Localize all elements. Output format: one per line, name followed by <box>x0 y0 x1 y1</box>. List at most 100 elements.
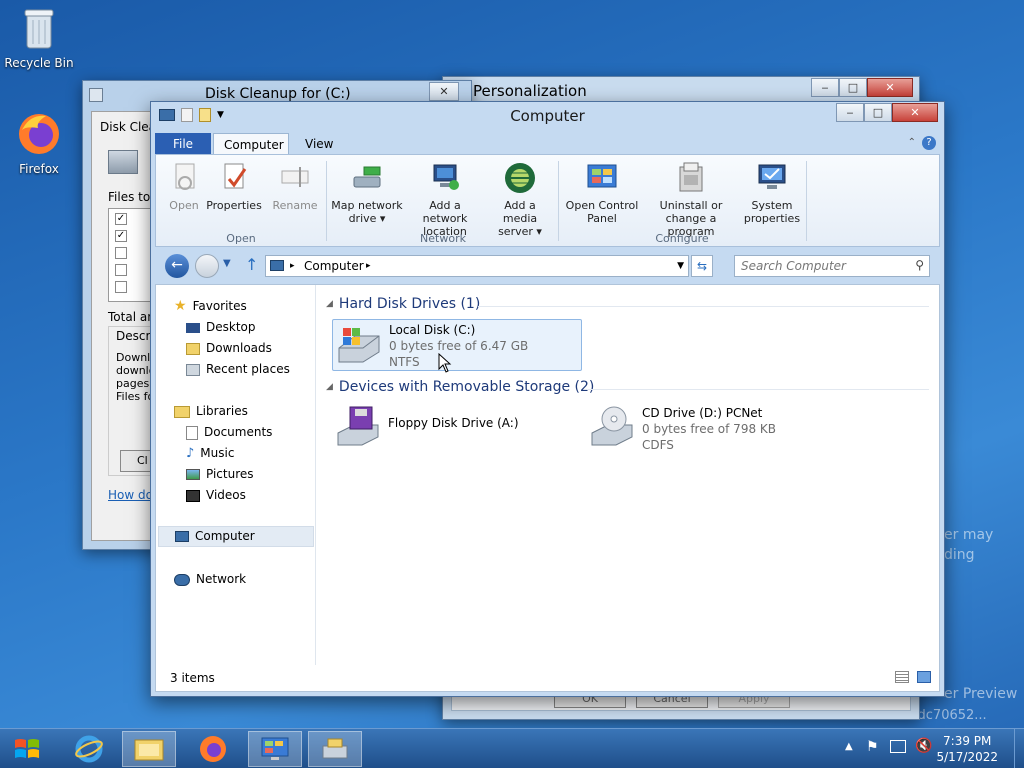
minimize-button[interactable]: ‒ <box>836 103 864 122</box>
nav-desktop[interactable]: Desktop <box>186 317 256 338</box>
breadcrumb-computer[interactable]: Computer <box>304 256 364 276</box>
map-network-drive-button[interactable]: Map network drive ▾ <box>330 161 404 225</box>
desktop-icon <box>186 322 200 333</box>
drive-free-space: 0 bytes free of 6.47 GB <box>389 339 529 353</box>
volume-muted-icon[interactable]: 🔇 <box>915 738 932 754</box>
checkbox[interactable]: ✓ <box>115 213 127 225</box>
file-explorer-icon[interactable] <box>122 731 176 767</box>
nav-pictures[interactable]: Pictures <box>186 464 254 485</box>
file-list: ◢ Hard Disk Drives (1) Local Disk (C:) 0… <box>318 285 939 665</box>
drive-local-disk-c[interactable]: Local Disk (C:) 0 bytes free of 6.47 GB … <box>332 319 582 371</box>
open-control-panel-button[interactable]: Open Control Panel <box>562 161 642 225</box>
uninstall-icon <box>674 161 708 195</box>
tab-computer[interactable]: Computer <box>213 133 289 155</box>
pictures-icon <box>186 469 200 480</box>
system-properties-button[interactable]: System properties <box>740 161 804 225</box>
address-dropdown-icon[interactable]: ▼ <box>677 256 684 276</box>
open-icon <box>167 161 201 195</box>
nav-recent-places[interactable]: Recent places <box>186 359 290 380</box>
navigation-bar: ← ▼ ↑ ▸ Computer ▸ ▼ ⇆ Search Computer ⚲ <box>155 252 940 280</box>
window-title: Computer <box>510 107 585 125</box>
chevron-up-icon[interactable]: ⌃ <box>908 137 916 148</box>
show-desktop-button[interactable] <box>1014 729 1024 768</box>
group-separator <box>806 161 807 241</box>
rename-button[interactable]: Rename <box>272 161 318 212</box>
back-button[interactable]: ← <box>165 254 189 278</box>
add-media-server-button[interactable]: Add a media server ▾ <box>486 161 554 238</box>
nav-music[interactable]: ♪ Music <box>186 443 234 464</box>
control-panel-icon[interactable] <box>248 731 302 767</box>
desktop-icon-label: Firefox <box>19 162 59 176</box>
nav-libraries[interactable]: Libraries <box>174 401 248 422</box>
group-divider <box>588 389 929 390</box>
add-network-location-button[interactable]: Add a network location <box>406 161 484 238</box>
up-button[interactable]: ↑ <box>245 255 258 274</box>
large-icons-view-icon[interactable] <box>917 671 931 683</box>
close-button[interactable]: ✕ <box>892 103 938 122</box>
open-control-panel-label: Panel <box>587 212 617 225</box>
firefox-icon[interactable] <box>186 731 240 767</box>
computer-icon <box>175 531 189 542</box>
nav-downloads[interactable]: Downloads <box>186 338 272 359</box>
nav-computer-label: Computer <box>195 529 255 543</box>
breadcrumb-separator: ▸ <box>290 261 295 271</box>
close-button[interactable]: ✕ <box>867 78 913 97</box>
map-network-drive-icon <box>350 161 384 195</box>
details-view-icon[interactable] <box>895 671 909 683</box>
downloads-icon <box>186 342 200 355</box>
ribbon: Open Properties Rename Open Map network … <box>155 154 940 247</box>
recent-pages-chevron-icon[interactable]: ▼ <box>223 258 231 269</box>
checkbox[interactable] <box>115 264 127 276</box>
maximize-button[interactable]: □ <box>864 103 892 122</box>
disk-cleanup-icon[interactable] <box>308 731 362 767</box>
drive-cd-d[interactable]: CD Drive (D:) PCNet 0 bytes free of 798 … <box>586 403 836 452</box>
refresh-button[interactable]: ⇆ <box>691 255 713 277</box>
explorer-window[interactable]: ▼ Computer ‒ □ ✕ File Computer View ⌃ ? … <box>150 101 945 697</box>
search-input[interactable]: Search Computer <box>734 255 930 277</box>
floppy-drive-icon <box>334 405 382 449</box>
group-header-removable-storage[interactable]: ◢ Devices with Removable Storage (2) <box>326 379 594 395</box>
help-icon[interactable]: ? <box>922 136 936 150</box>
desktop-icon-recycle-bin[interactable]: Recycle Bin <box>1 6 77 70</box>
address-bar[interactable]: ▸ Computer ▸ ▼ <box>265 255 689 277</box>
nav-favorites-label: Favorites <box>192 299 247 313</box>
start-button[interactable] <box>0 731 54 767</box>
group-header-label: Hard Disk Drives (1) <box>338 296 481 312</box>
nav-videos[interactable]: Videos <box>186 485 246 506</box>
nav-documents-label: Documents <box>204 425 273 439</box>
tab-file[interactable]: File <box>155 133 211 155</box>
nav-computer[interactable]: Computer <box>158 526 314 547</box>
close-button[interactable]: ✕ <box>429 82 459 101</box>
properties-button[interactable]: Properties <box>206 161 262 212</box>
item-count: 3 items <box>170 671 215 685</box>
forward-button[interactable] <box>195 254 219 278</box>
open-button[interactable]: Open <box>164 161 204 212</box>
drive-filesystem: NTFS <box>389 355 420 369</box>
nav-network[interactable]: Network <box>174 569 246 590</box>
checkbox[interactable]: ✓ <box>115 230 127 242</box>
group-header-hard-disk-drives[interactable]: ◢ Hard Disk Drives (1) <box>326 296 480 312</box>
system-properties-label: properties <box>743 212 801 225</box>
clock[interactable]: 7:39 PM 5/17/2022 <box>936 733 998 765</box>
checkbox[interactable] <box>115 281 127 293</box>
collapse-arrow-icon: ◢ <box>326 382 333 392</box>
minimize-button[interactable]: ‒ <box>811 78 839 97</box>
internet-explorer-icon[interactable] <box>62 731 116 767</box>
action-center-flag-icon[interactable]: ⚑ <box>866 739 879 755</box>
maximize-button[interactable]: □ <box>839 78 867 97</box>
nav-documents[interactable]: Documents <box>186 422 272 443</box>
window-title: Disk Cleanup for (C:) <box>205 86 351 102</box>
system-properties-label: System <box>751 199 793 212</box>
checkbox[interactable] <box>115 247 127 259</box>
show-hidden-icons-icon[interactable]: ▲ <box>845 741 853 752</box>
network-status-icon[interactable] <box>890 740 906 753</box>
uninstall-program-button[interactable]: Uninstall or change a program <box>642 161 740 238</box>
desktop-icon-firefox[interactable]: Firefox <box>1 110 77 176</box>
properties-label: Properties <box>206 199 262 212</box>
music-icon: ♪ <box>186 446 195 461</box>
taskbar: ▲ ⚑ 🔇 7:39 PM 5/17/2022 <box>0 728 1024 768</box>
drive-name: Local Disk (C:) <box>389 323 476 337</box>
nav-favorites[interactable]: ★ Favorites <box>174 296 247 317</box>
tab-view[interactable]: View <box>295 133 343 155</box>
drive-floppy-a[interactable]: Floppy Disk Drive (A:) <box>332 403 562 451</box>
